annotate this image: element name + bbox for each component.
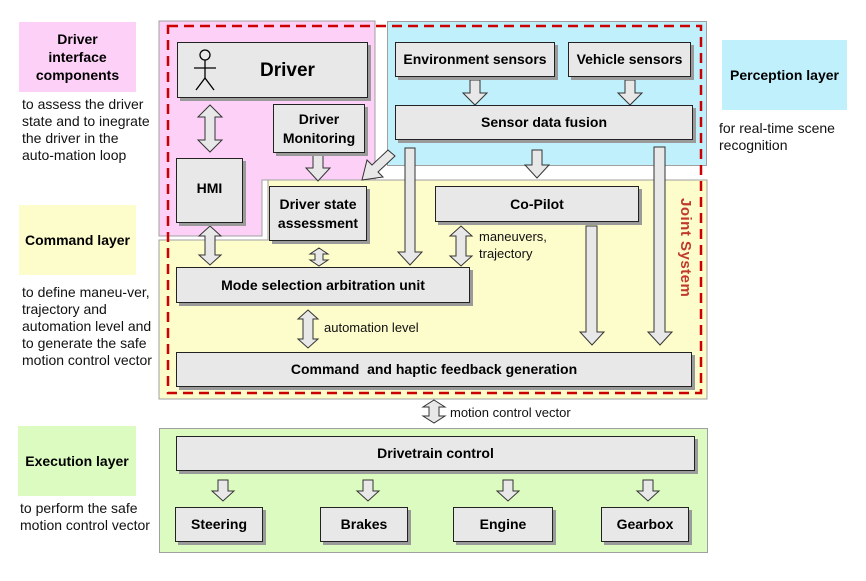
mode-selection-label: Mode selection arbitration unit — [221, 276, 425, 293]
automation-level-label: automation level — [324, 320, 419, 335]
driver-hmi-arrow — [196, 104, 224, 153]
gearbox-label: Gearbox — [616, 516, 674, 532]
engine-label: Engine — [479, 516, 527, 532]
fusion-to-mode-arrow — [396, 147, 424, 266]
vehicle-to-fusion-arrow — [616, 79, 644, 106]
driver-state-assessment-label: Driver state assessment — [277, 195, 359, 231]
fusion-to-command-arrow — [646, 146, 674, 346]
environment-sensors-label: Environment sensors — [403, 51, 547, 67]
steering-node: Steering — [175, 507, 263, 542]
brakes-node: Brakes — [320, 507, 408, 542]
hmi-mode-arrow — [197, 225, 223, 266]
co-pilot-node: Co-Pilot — [435, 186, 639, 222]
assessment-mode-arrow — [308, 247, 330, 267]
drivetrain-control-label: Drivetrain control — [377, 445, 494, 461]
command-generation-label: Command and haptic feedback generation — [290, 361, 578, 377]
hmi-label: HMI — [196, 180, 223, 196]
driver-monitoring-label: Driver Monitoring — [282, 110, 356, 146]
engine-node: Engine — [453, 507, 553, 542]
command-generation-node: Command and haptic feedback generation — [176, 352, 692, 387]
sensor-data-fusion-node: Sensor data fusion — [395, 105, 693, 140]
environment-sensors-node: Environment sensors — [395, 42, 555, 77]
copilot-mode-arrow — [448, 225, 474, 267]
sensor-data-fusion-label: Sensor data fusion — [480, 114, 608, 130]
motion-control-vector-label: motion control vector — [450, 405, 571, 420]
mode-selection-node: Mode selection arbitration unit — [176, 267, 470, 303]
drivetrain-control-node: Drivetrain control — [176, 436, 695, 471]
stick-figure-icon — [194, 49, 216, 91]
gearbox-node: Gearbox — [601, 507, 689, 542]
motion-vector-arrow — [421, 399, 447, 424]
vehicle-sensors-label: Vehicle sensors — [576, 51, 683, 67]
drivetrain-to-steering-arrow — [210, 479, 236, 502]
drivetrain-to-gearbox-arrow — [635, 479, 661, 502]
co-pilot-label: Co-Pilot — [510, 195, 564, 212]
driver-label: Driver — [260, 59, 315, 81]
driver-state-assessment-node: Driver state assessment — [269, 186, 367, 241]
drivetrain-to-brakes-arrow — [355, 479, 381, 502]
mode-command-arrow — [296, 309, 320, 349]
brakes-label: Brakes — [340, 516, 388, 532]
fusion-to-assessment-arrow — [361, 149, 396, 181]
hmi-node: HMI — [176, 158, 243, 223]
drivetrain-to-engine-arrow — [495, 479, 521, 502]
fusion-to-copilot-arrow — [523, 149, 551, 179]
env-to-fusion-arrow — [461, 79, 489, 106]
monitoring-to-assessment-arrow — [304, 153, 332, 182]
driver-monitoring-node: Driver Monitoring — [273, 104, 365, 153]
maneuvers-trajectory-label: maneuvers, trajectory — [479, 229, 547, 261]
vehicle-sensors-node: Vehicle sensors — [568, 42, 691, 77]
driver-node: Driver — [177, 42, 368, 98]
copilot-to-command-arrow — [578, 225, 606, 346]
steering-label: Steering — [190, 516, 247, 532]
